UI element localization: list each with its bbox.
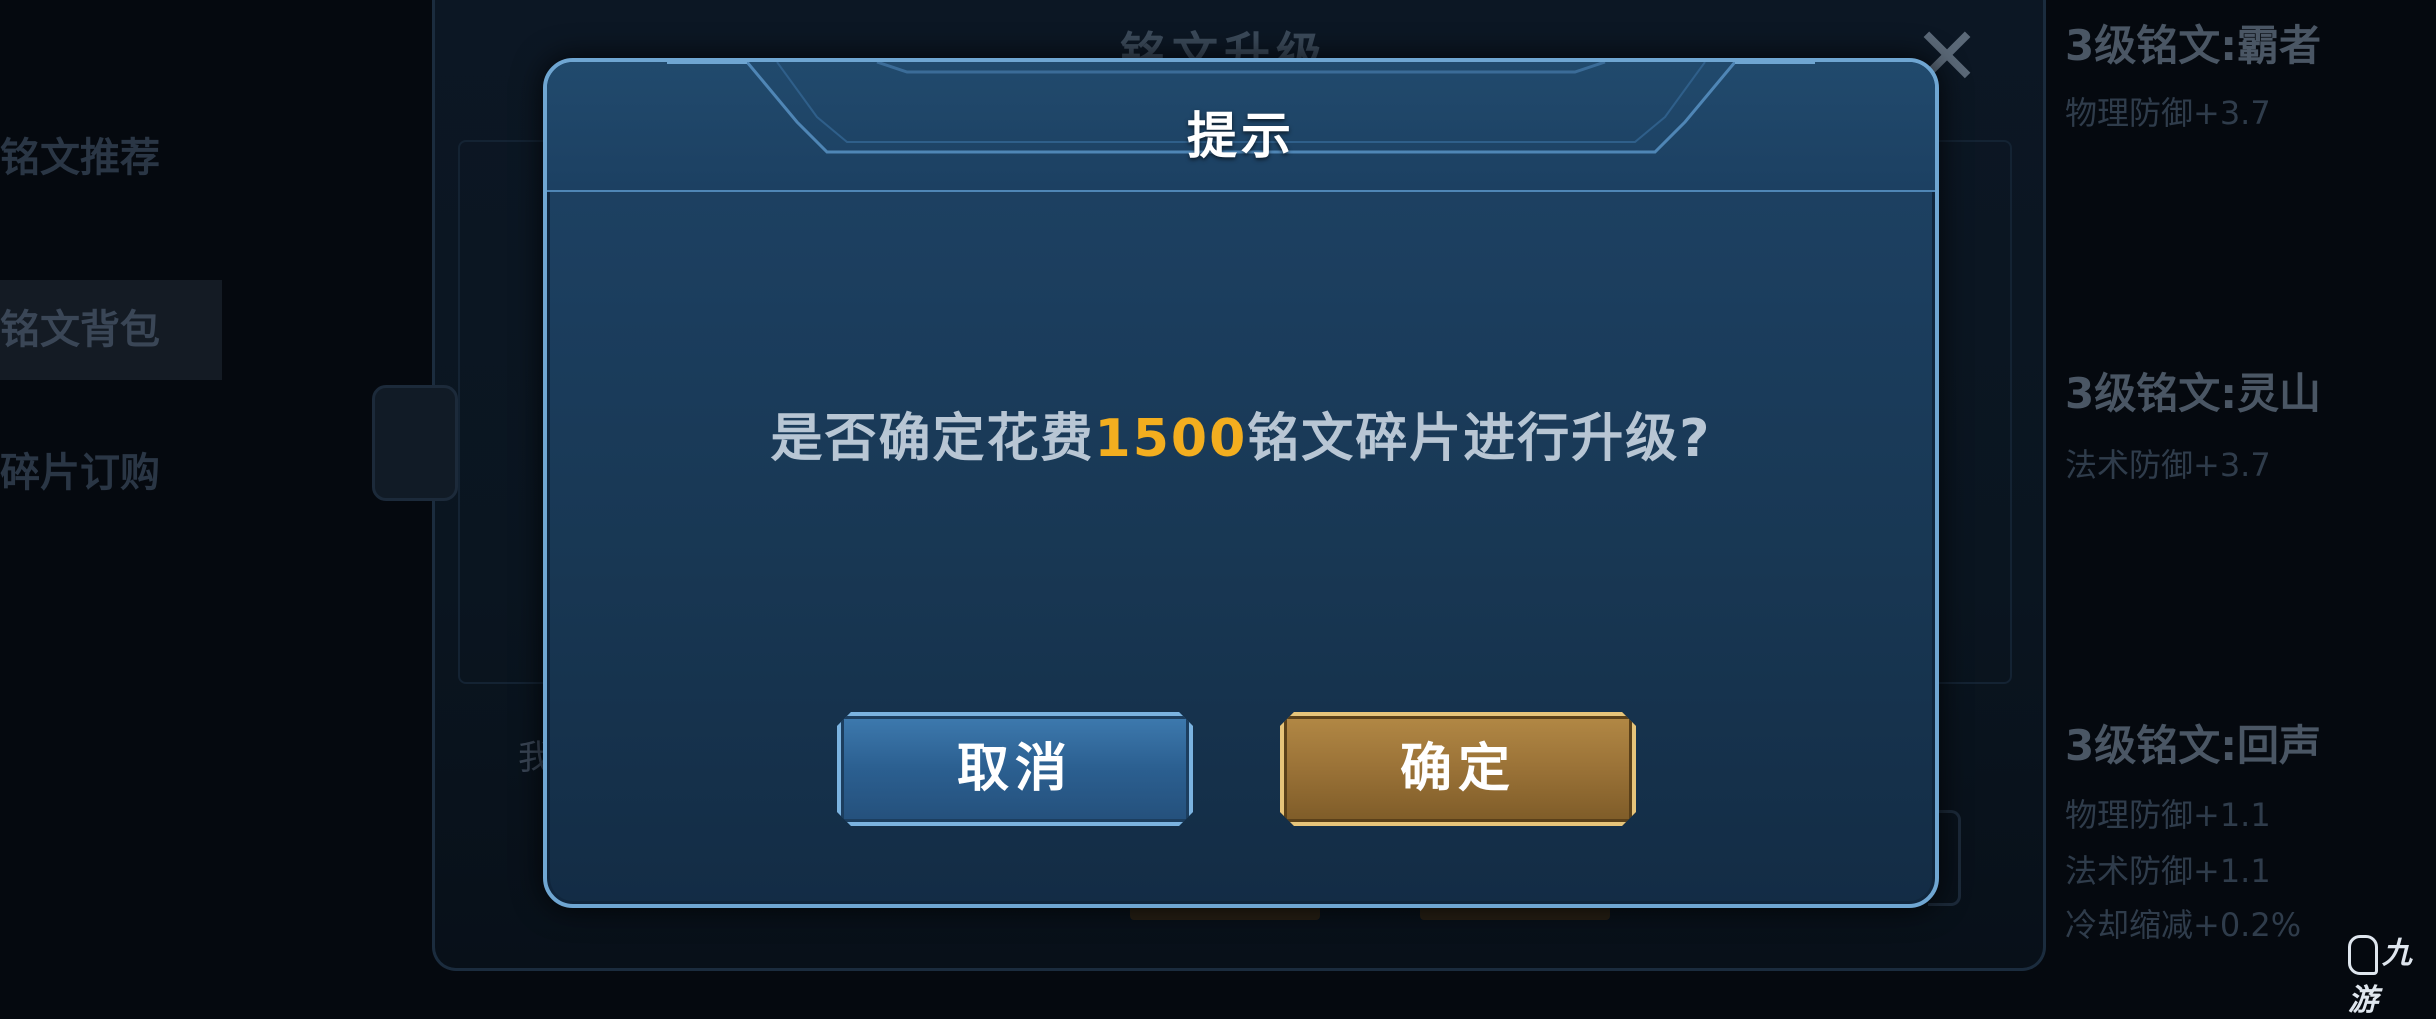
cancel-button[interactable]: 取消	[837, 712, 1193, 826]
message-prefix: 是否确定花费	[770, 409, 1095, 469]
shard-cost-amount: 1500	[1094, 409, 1248, 469]
dialog-message: 是否确定花费1500铭文碎片进行升级?	[547, 396, 1935, 471]
confirm-dialog: 提示 是否确定花费1500铭文碎片进行升级? 取消 确定	[543, 58, 1939, 908]
dialog-title: 提示	[1187, 107, 1295, 165]
message-suffix: 铭文碎片进行升级?	[1247, 409, 1712, 469]
confirm-button[interactable]: 确定	[1280, 712, 1636, 826]
